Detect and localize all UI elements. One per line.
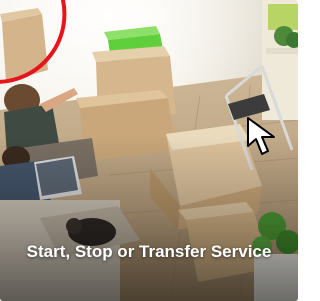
service-tile-title: Start, Stop or Transfer Service [26, 242, 272, 261]
service-tile-start-stop-transfer[interactable]: Start, Stop or Transfer Service [0, 0, 298, 301]
